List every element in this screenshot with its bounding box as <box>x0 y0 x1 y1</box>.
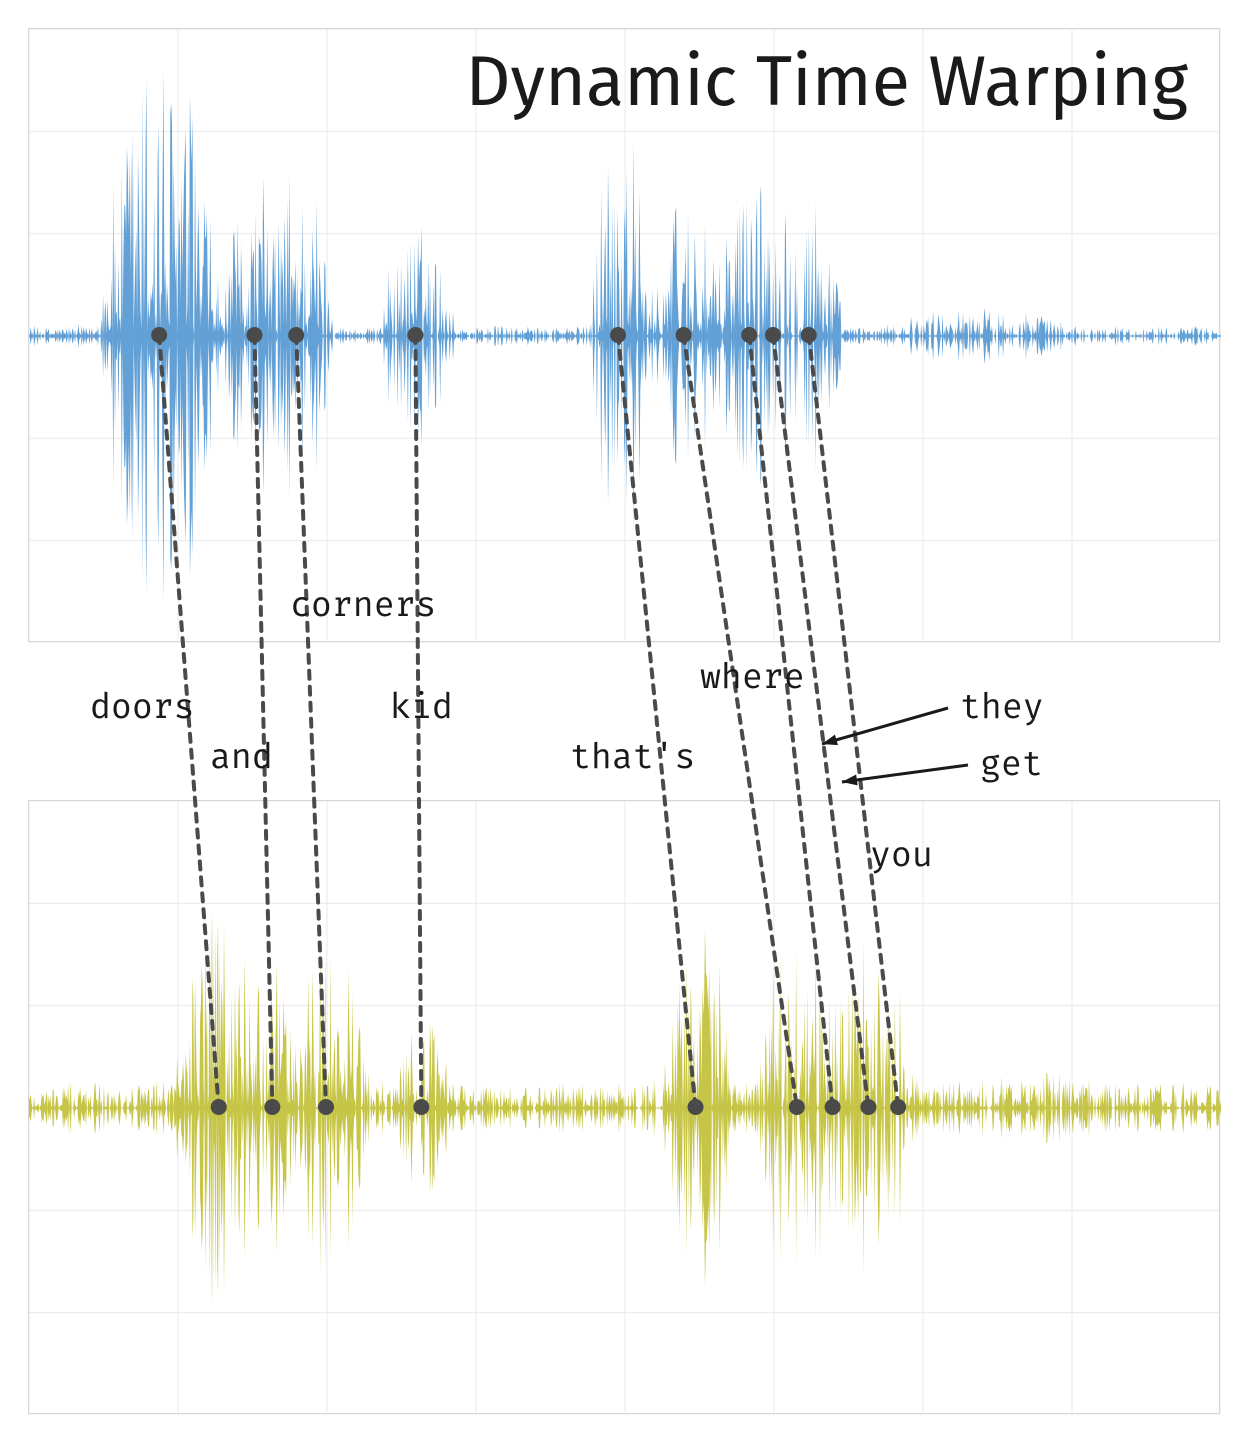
plot-title: Dynamic Time Warping <box>465 40 1188 124</box>
label-and: and <box>210 738 273 779</box>
word-labels: doors and corners kid that's where they … <box>0 0 1248 1440</box>
label-doors: doors <box>90 688 195 729</box>
label-they: they <box>960 688 1044 729</box>
label-you: you <box>870 836 933 877</box>
label-get: get <box>980 745 1043 786</box>
label-where: where <box>700 658 805 699</box>
label-corners: corners <box>290 586 436 627</box>
label-thats: that's <box>570 738 696 779</box>
label-kid: kid <box>390 688 453 729</box>
